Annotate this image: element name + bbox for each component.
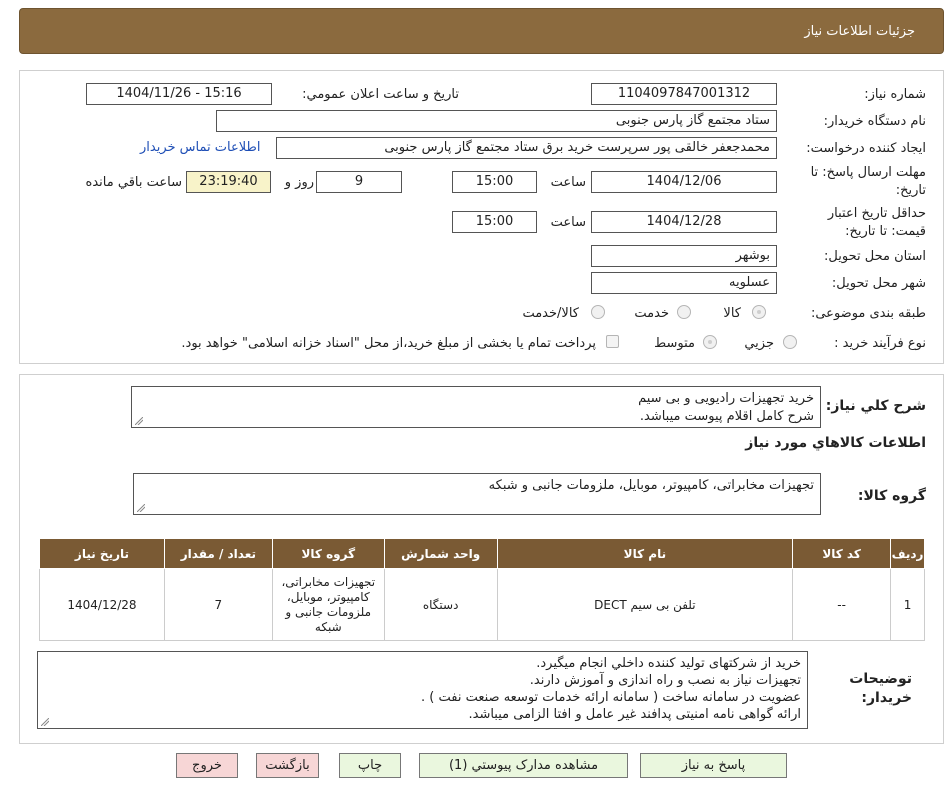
category-option-service: خدمت	[634, 306, 669, 321]
process-radio-medium[interactable]	[703, 335, 717, 349]
requester-label: ایجاد کننده درخواست:	[806, 141, 926, 156]
process-label: نوع فرآیند خرید :	[834, 336, 926, 351]
buyer-org-label: نام دستگاه خریدار:	[823, 114, 926, 129]
col-header-date: تاریخ نیاز	[39, 538, 165, 569]
description-textarea: خرید تجهیزات رادیویی و بی سیم شرح کامل ا…	[131, 386, 821, 428]
process-radio-minor[interactable]	[783, 335, 797, 349]
table-row: 1 -- تلفن بی سیم DECT دستگاه تجهیزات مخا…	[39, 568, 925, 641]
reply-button[interactable]: پاسخ به نیاز	[640, 753, 787, 778]
province-label: استان محل تحویل:	[824, 249, 926, 264]
goods-group-label: گروه کالا:	[857, 488, 926, 504]
buyer-contact-link[interactable]: اطلاعات تماس خریدار	[140, 140, 260, 155]
col-header-code: کد کالا	[792, 538, 892, 569]
need-number-field: 1104097847001312	[591, 83, 777, 105]
col-header-qty: تعداد / مقدار	[163, 538, 273, 569]
cell-name: تلفن بی سیم DECT	[496, 568, 794, 641]
process-option-minor: جزیي	[744, 336, 774, 351]
category-radio-service[interactable]	[677, 305, 691, 319]
description-line-2: شرح کامل اقلام پیوست میباشد.	[639, 409, 814, 424]
validity-label: حداقل تاریخ اعتبار	[827, 206, 926, 221]
days-remaining-field: 9	[316, 171, 402, 193]
category-radio-both[interactable]	[591, 305, 605, 319]
col-header-name: نام کالا	[496, 538, 794, 569]
page-header: جزئیات اطلاعات نیاز	[19, 8, 944, 54]
buyer-notes-line-2: تجهیزات نیاز به نصب و راه اندازی و آموزش…	[529, 673, 801, 688]
process-option-medium: متوسط	[654, 336, 695, 351]
buyer-notes-line-3: عضویت در سامانه ساخت ( سامانه ارائه خدما…	[421, 690, 801, 705]
buyer-org-field: ستاد مجتمع گاز پارس جنوبی	[216, 110, 777, 132]
cell-unit: دستگاه	[383, 568, 498, 641]
description-line-1: خرید تجهیزات رادیویی و بی سیم	[638, 391, 814, 406]
col-header-group: گروه کالا	[271, 538, 385, 569]
city-label: شهر محل تحویل:	[831, 276, 926, 291]
deadline-label: مهلت ارسال پاسخ: تا	[810, 165, 926, 180]
goods-section-title: اطلاعات کالاهاي مورد نیاز	[745, 435, 926, 451]
cell-code: --	[792, 568, 892, 641]
page-title: جزئیات اطلاعات نیاز	[804, 24, 915, 39]
attachments-button[interactable]: مشاهده مدارک پیوستي (1)	[419, 753, 628, 778]
resize-handle-icon[interactable]	[41, 718, 49, 726]
col-header-unit: واحد شمارش	[383, 538, 498, 569]
resize-handle-icon[interactable]	[135, 417, 143, 425]
buyer-notes-line-1: خرید از شرکتهای تولید کننده داخلي انجام …	[536, 656, 801, 671]
announce-label: تاریخ و ساعت اعلان عمومي:	[302, 87, 459, 102]
treasury-payment-note: پرداخت تمام یا بخشی از مبلغ خرید،از محل …	[181, 336, 596, 351]
goods-table-header: ردیف کد کالا نام کالا واحد شمارش گروه کا…	[39, 538, 925, 569]
days-label: روز و	[284, 175, 314, 190]
announce-datetime-field: 1404/11/26 - 15:16	[86, 83, 272, 105]
description-label: شرح کلي نیاز:	[825, 398, 926, 414]
goods-group-textarea: تجهیزات مخابراتی، کامپیوتر، موبایل، ملزو…	[133, 473, 821, 515]
deadline-label-2: تاریخ:	[895, 183, 926, 198]
goods-group-value: تجهیزات مخابراتی، کامپیوتر، موبایل، ملزو…	[488, 478, 814, 493]
cell-row: 1	[890, 568, 925, 641]
deadline-time-field: 15:00	[452, 171, 537, 193]
print-button[interactable]: چاپ	[339, 753, 401, 778]
col-header-row: ردیف	[890, 538, 925, 569]
exit-button[interactable]: خروج	[176, 753, 238, 778]
time-remaining-field: 23:19:40	[186, 171, 271, 193]
province-field: بوشهر	[591, 245, 777, 267]
deadline-date-field: 1404/12/06	[591, 171, 777, 193]
category-option-both: کالا/خدمت	[522, 306, 579, 321]
validity-time-field: 15:00	[452, 211, 537, 233]
deadline-time-label: ساعت	[550, 175, 586, 190]
cell-qty: 7	[163, 568, 273, 641]
buyer-notes-line-4: ارائه گواهی نامه امنیتی پدافند غیر عامل …	[468, 707, 801, 722]
back-button[interactable]: بازگشت	[256, 753, 319, 778]
time-remaining-label: ساعت باقي مانده	[85, 175, 182, 190]
validity-label-2: قیمت: تا تاریخ:	[845, 224, 926, 239]
resize-handle-icon[interactable]	[137, 504, 145, 512]
buyer-notes-label-2: خریدار:	[861, 690, 912, 706]
need-number-label: شماره نیاز:	[864, 87, 926, 102]
validity-date-field: 1404/12/28	[591, 211, 777, 233]
buyer-notes-textarea: خرید از شرکتهای تولید کننده داخلي انجام …	[37, 651, 808, 729]
cell-date: 1404/12/28	[39, 568, 165, 641]
buyer-notes-label: توضیحات	[849, 671, 912, 687]
treasury-payment-checkbox[interactable]	[606, 335, 619, 348]
cell-group: تجهیزات مخابراتی، کامپیوتر، موبایل، ملزو…	[271, 568, 385, 641]
category-label: طبقه بندی موضوعی:	[810, 306, 926, 321]
requester-field: محمدجعفر خالقی پور سرپرست خرید برق ستاد …	[276, 137, 777, 159]
city-field: عسلویه	[591, 272, 777, 294]
category-option-goods: کالا	[723, 306, 741, 321]
category-radio-goods[interactable]	[752, 305, 766, 319]
validity-time-label: ساعت	[550, 215, 586, 230]
goods-table: ردیف کد کالا نام کالا واحد شمارش گروه کا…	[39, 538, 925, 641]
